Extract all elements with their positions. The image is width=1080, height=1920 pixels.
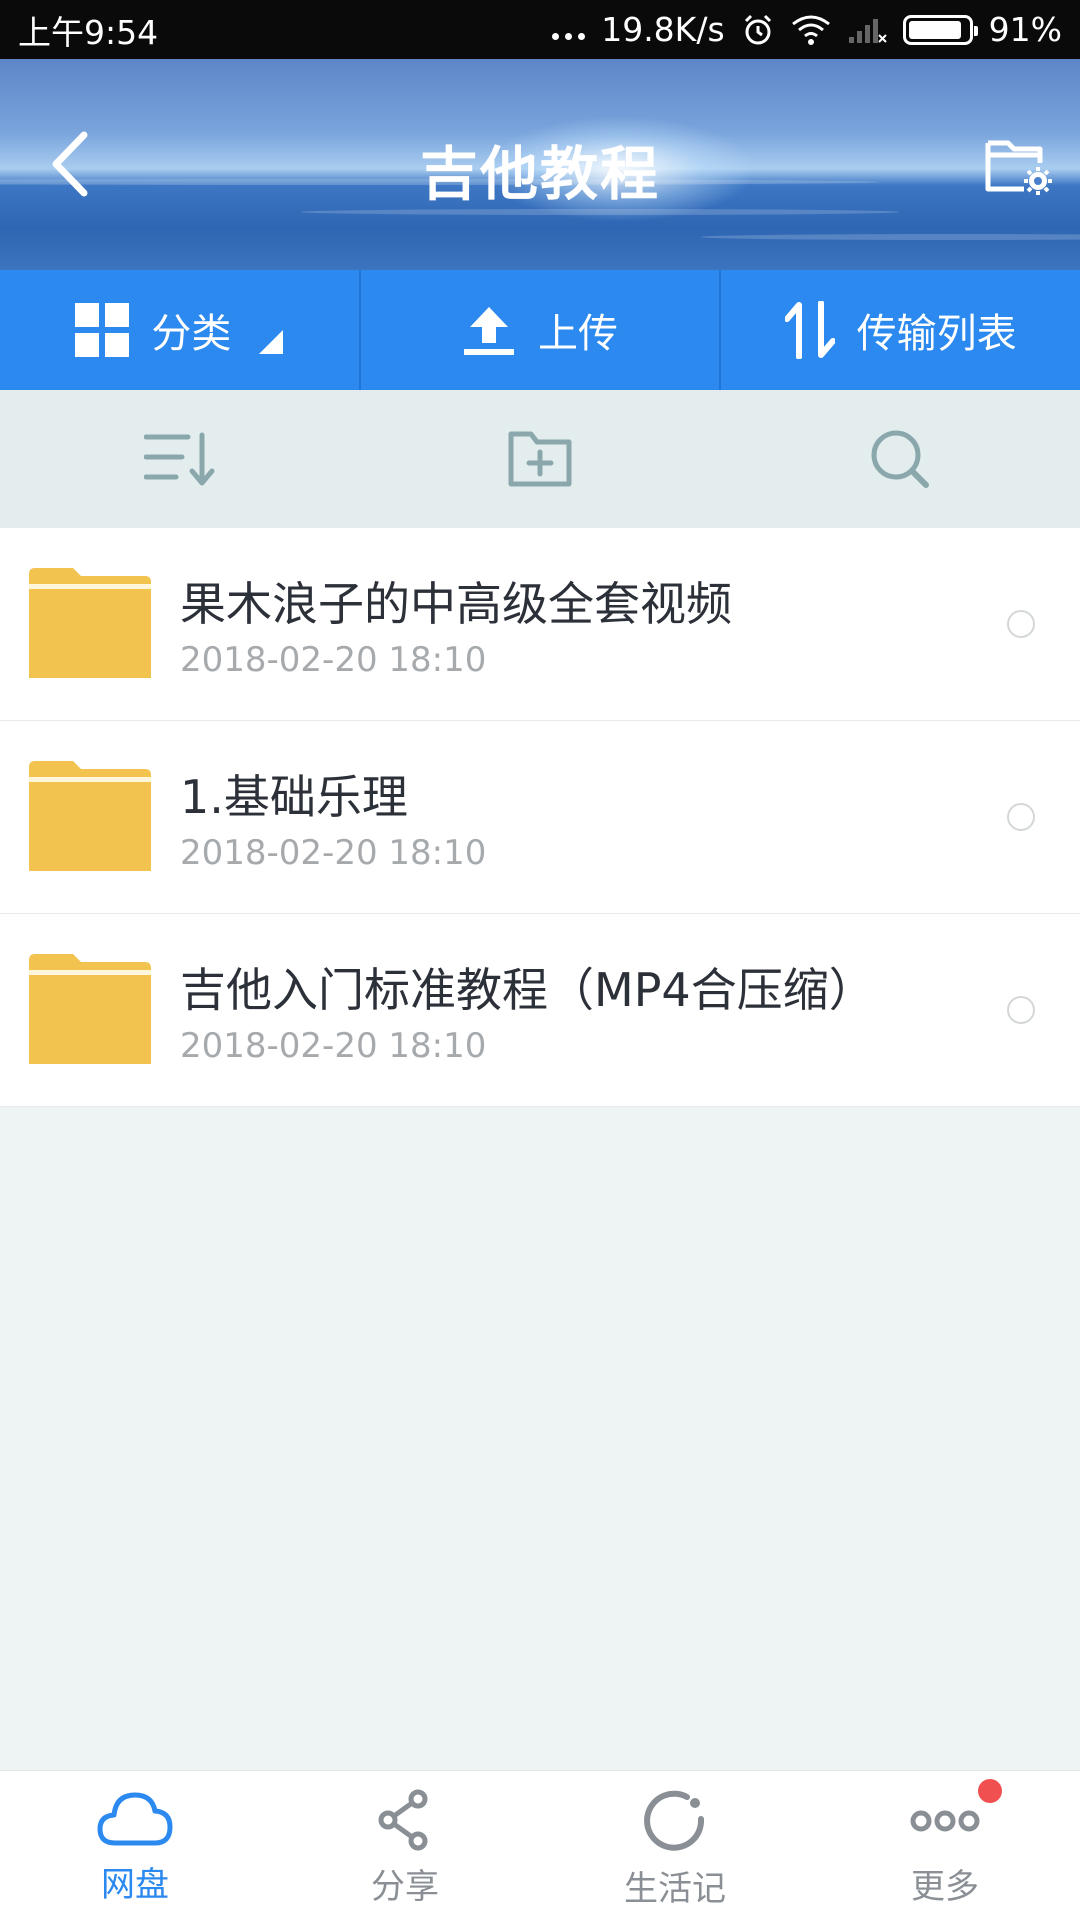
page-title: 吉他教程 [419,140,660,208]
list-item[interactable]: 果木浪子的中高级全套视频 2018-02-20 18:10 [0,528,1080,721]
header-banner: 吉他教程 [0,59,1080,270]
search-icon [871,430,929,488]
battery-icon [902,14,978,45]
wifi-icon [791,15,830,45]
upload-button[interactable]: 上传 [361,270,722,390]
transfer-icon [784,301,835,359]
nav-share-label: 分享 [371,1867,439,1907]
nav-netdisk[interactable]: 网盘 [0,1771,270,1920]
action-bar: 分类 上传 传输列表 [0,270,1080,390]
share-icon [378,1789,428,1851]
toolbar [0,390,1080,528]
more-icon [910,1810,980,1832]
file-date: 2018-02-20 18:10 [180,1026,487,1066]
status-bar: 上午9:54 19.8K/s 91% [0,0,1080,59]
upload-label: 上传 [538,311,618,357]
new-folder-icon [508,431,572,487]
select-radio[interactable] [1007,610,1035,638]
sort-button[interactable] [0,431,360,487]
alarm-icon [744,14,771,44]
status-time: 上午9:54 [18,12,159,52]
notification-badge [978,1779,1002,1803]
list-item[interactable]: 吉他入门标准教程（MP4合压缩） 2018-02-20 18:10 [0,914,1080,1107]
file-name: 果木浪子的中高级全套视频 [180,577,732,631]
folder-icon [29,761,151,871]
select-radio[interactable] [1007,803,1035,831]
new-folder-button[interactable] [360,430,720,488]
folder-settings-button[interactable] [984,133,1052,197]
cloud-icon [97,1792,173,1846]
sort-icon [144,432,215,486]
nav-life-record[interactable]: 生活记 [540,1771,810,1920]
life-record-icon [644,1790,705,1851]
status-icons: 19.8K/s 91% [552,10,1062,49]
nav-more[interactable]: 更多 [810,1771,1080,1920]
file-list: 果木浪子的中高级全套视频 2018-02-20 18:10 1.基础乐理 201… [0,528,1080,1107]
folder-icon [29,568,151,678]
folder-icon [29,954,151,1064]
transfer-list-label: 传输列表 [856,311,1017,357]
list-item[interactable]: 1.基础乐理 2018-02-20 18:10 [0,721,1080,914]
upload-icon [464,307,514,355]
category-button[interactable]: 分类 [0,270,361,390]
nav-share[interactable]: 分享 [270,1771,540,1920]
search-button[interactable] [720,427,1080,491]
nav-life-record-label: 生活记 [624,1869,726,1909]
notification-dots-icon [552,20,586,40]
signal-icon [848,18,887,43]
battery-percent: 91% [988,10,1062,49]
folder-settings-icon [985,140,1052,195]
grid-icon [75,303,130,357]
file-date: 2018-02-20 18:10 [180,640,487,680]
category-label: 分类 [151,311,232,357]
dropdown-triangle-icon [259,330,284,354]
transfer-list-button[interactable]: 传输列表 [721,270,1080,390]
file-name: 1.基础乐理 [180,770,408,824]
file-date: 2018-02-20 18:10 [180,833,487,873]
nav-more-label: 更多 [911,1867,979,1907]
select-radio[interactable] [1007,996,1035,1024]
nav-netdisk-label: 网盘 [101,1865,169,1905]
file-name: 吉他入门标准教程（MP4合压缩） [180,963,875,1017]
bottom-nav: 网盘 分享 生活记 更多 [0,1770,1080,1920]
network-speed: 19.8K/s [601,10,725,49]
